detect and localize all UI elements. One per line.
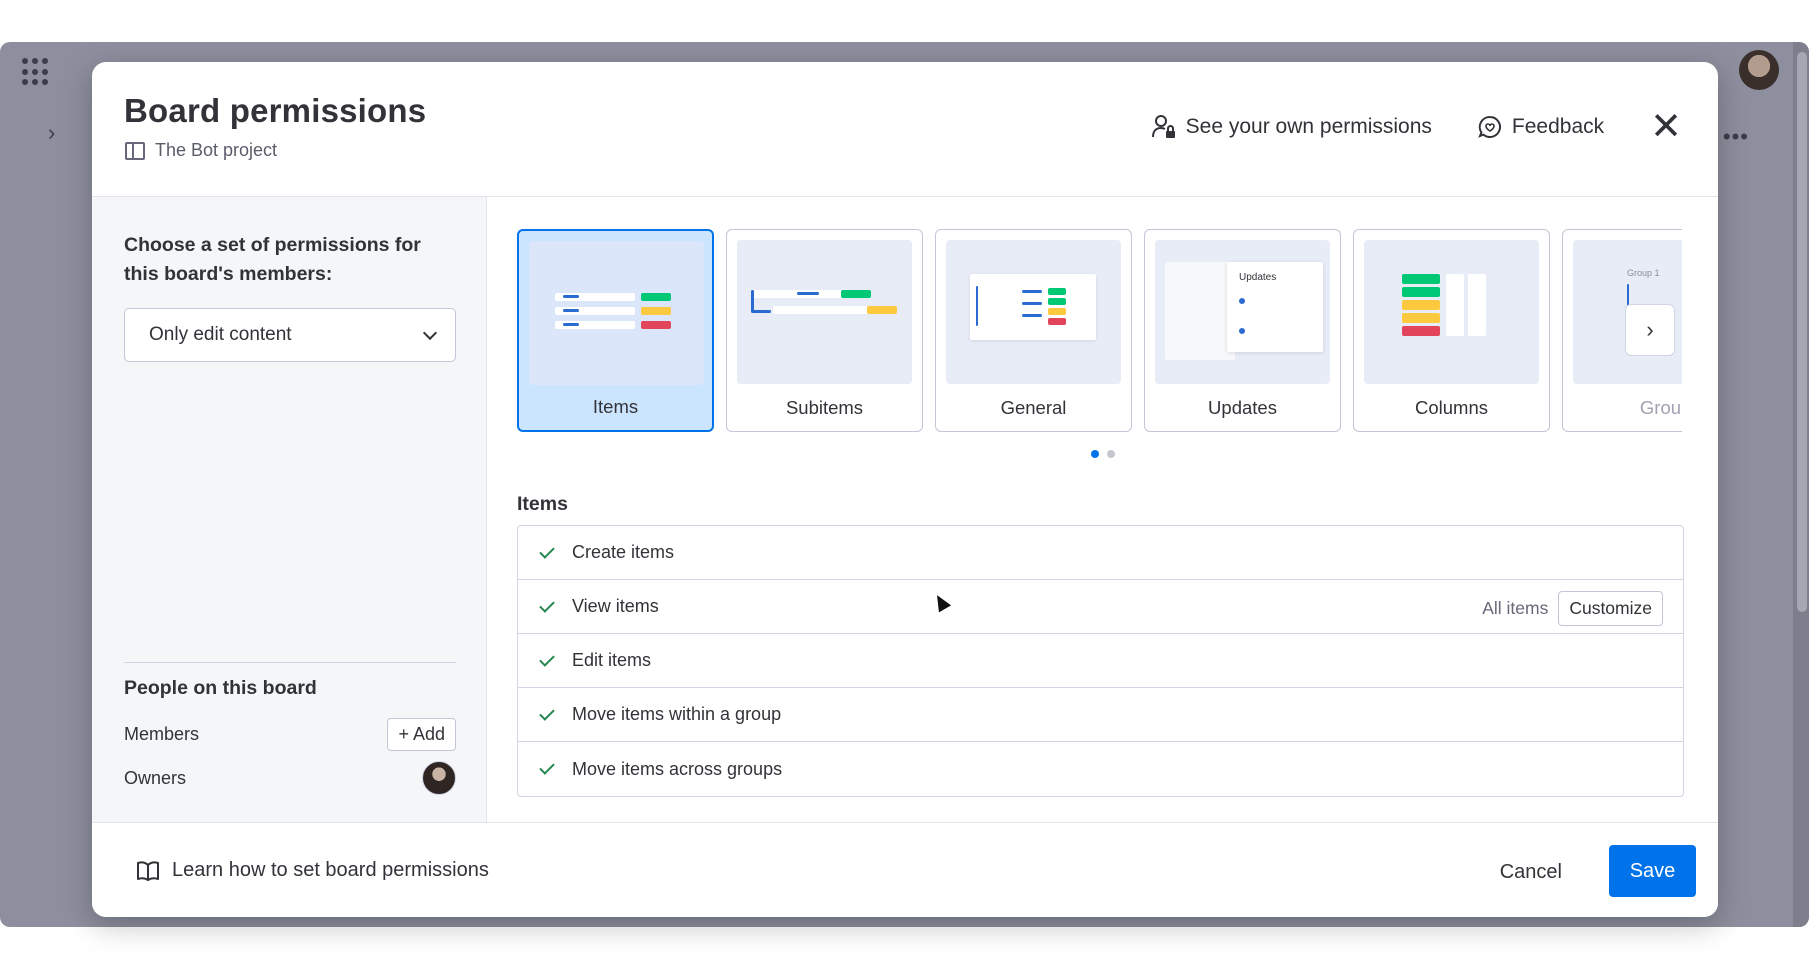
perm-row-create-items: Create items xyxy=(518,526,1683,580)
members-row: Members + Add xyxy=(124,716,456,752)
learn-permissions-label: Learn how to set board permissions xyxy=(172,859,489,881)
save-button[interactable]: Save xyxy=(1609,845,1696,897)
user-avatar[interactable] xyxy=(1739,50,1779,90)
feedback-button[interactable]: Feedback xyxy=(1478,115,1604,139)
perm-row-move-across-groups: Move items across groups xyxy=(518,742,1683,796)
chevron-right-icon: › xyxy=(1646,317,1654,342)
expand-sidebar-icon[interactable]: › xyxy=(48,120,55,146)
pager-dot-2[interactable] xyxy=(1107,450,1115,458)
perm-row-label: Create items xyxy=(572,542,675,562)
board-permissions-modal: Board permissions The Bot project See yo… xyxy=(92,62,1718,917)
members-label: Members xyxy=(124,723,200,744)
modal-footer: Learn how to set board permissions Cance… xyxy=(92,822,1718,917)
view-items-scope: All items Customize xyxy=(1482,591,1663,626)
card-updates-thumbnail: Updates xyxy=(1155,240,1330,384)
card-general[interactable]: General xyxy=(935,229,1132,432)
cancel-button[interactable]: Cancel xyxy=(1484,847,1578,897)
owners-label: Owners xyxy=(124,767,187,788)
card-general-label: General xyxy=(1000,397,1067,418)
more-options-icon[interactable]: ••• xyxy=(1723,124,1749,150)
board-icon xyxy=(125,141,145,160)
scrollbar[interactable] xyxy=(1793,42,1809,927)
carousel-next-button[interactable]: › xyxy=(1625,304,1675,356)
book-icon xyxy=(137,860,159,881)
card-groups-thumb-text: Group 1 xyxy=(1627,268,1660,278)
see-own-permissions-button[interactable]: See your own permissions xyxy=(1151,114,1432,140)
right-panel: Items Subitems General Updates Updates C… xyxy=(488,197,1718,822)
people-section: People on this board Members + Add Owner… xyxy=(124,662,456,804)
user-lock-icon xyxy=(1151,115,1175,138)
perm-row-label: View items xyxy=(572,596,659,616)
pager-dot-1[interactable] xyxy=(1091,450,1099,458)
learn-permissions-link[interactable]: Learn how to set board permissions xyxy=(136,859,489,882)
card-columns[interactable]: Columns xyxy=(1353,229,1550,432)
people-title: People on this board xyxy=(124,677,317,699)
card-items-thumbnail xyxy=(529,241,704,385)
check-icon xyxy=(539,596,555,613)
header-actions: See your own permissions Feedback ✕ xyxy=(1151,108,1682,146)
see-own-permissions-label: See your own permissions xyxy=(1185,115,1432,138)
modal-header: Board permissions The Bot project See yo… xyxy=(92,62,1718,197)
perm-row-view-items: View items All items Customize xyxy=(518,580,1683,634)
scrollbar-thumb[interactable] xyxy=(1797,52,1807,612)
card-subitems-thumbnail xyxy=(737,240,912,384)
board-reference: The Bot project xyxy=(125,140,277,161)
card-columns-label: Columns xyxy=(1415,397,1488,418)
carousel-pager xyxy=(488,450,1718,458)
card-subitems-label: Subitems xyxy=(785,397,864,418)
card-updates-label: Updates xyxy=(1208,397,1277,418)
view-scope-text: All items xyxy=(1482,598,1549,618)
check-icon xyxy=(539,542,555,559)
card-general-thumbnail xyxy=(946,240,1121,384)
card-groups-label: Grou xyxy=(1639,397,1682,418)
card-updates[interactable]: Updates Updates xyxy=(1144,229,1341,432)
modal-title: Board permissions xyxy=(124,92,427,129)
customize-button[interactable]: Customize xyxy=(1558,591,1663,626)
add-member-button[interactable]: + Add xyxy=(387,717,456,751)
card-items-label: Items xyxy=(592,396,639,417)
board-name: The Bot project xyxy=(155,140,278,160)
choose-permissions-label: Choose a set of permissions for this boa… xyxy=(124,234,421,285)
permission-set-dropdown[interactable]: Only edit content xyxy=(124,308,456,362)
card-columns-thumbnail xyxy=(1364,240,1539,384)
card-items[interactable]: Items xyxy=(517,229,714,432)
perm-row-move-within-group: Move items within a group xyxy=(518,688,1683,742)
permission-set-value: Only edit content xyxy=(149,324,292,345)
feedback-label: Feedback xyxy=(1511,115,1605,138)
permission-cards-carousel: Items Subitems General Updates Updates C… xyxy=(517,229,1682,434)
card-subitems[interactable]: Subitems xyxy=(726,229,923,432)
perm-row-edit-items: Edit items xyxy=(518,634,1683,688)
card-updates-thumb-text: Updates xyxy=(1239,272,1277,283)
perm-row-label: Move items across groups xyxy=(572,758,783,779)
section-title: Items xyxy=(517,493,568,515)
perm-row-label: Edit items xyxy=(572,650,652,670)
perm-row-label: Move items within a group xyxy=(572,704,782,724)
owners-row: Owners xyxy=(124,760,456,796)
close-icon[interactable]: ✕ xyxy=(1650,108,1682,146)
chevron-down-icon xyxy=(422,325,438,340)
check-icon xyxy=(539,704,555,721)
check-icon xyxy=(539,650,555,667)
permissions-list: Create items View items All items Custom… xyxy=(517,525,1684,797)
feedback-icon xyxy=(1478,115,1501,138)
check-icon xyxy=(539,759,555,775)
owner-avatar[interactable] xyxy=(422,761,456,795)
apps-grid-icon[interactable] xyxy=(22,58,50,86)
left-panel: Choose a set of permissions for this boa… xyxy=(92,197,487,822)
